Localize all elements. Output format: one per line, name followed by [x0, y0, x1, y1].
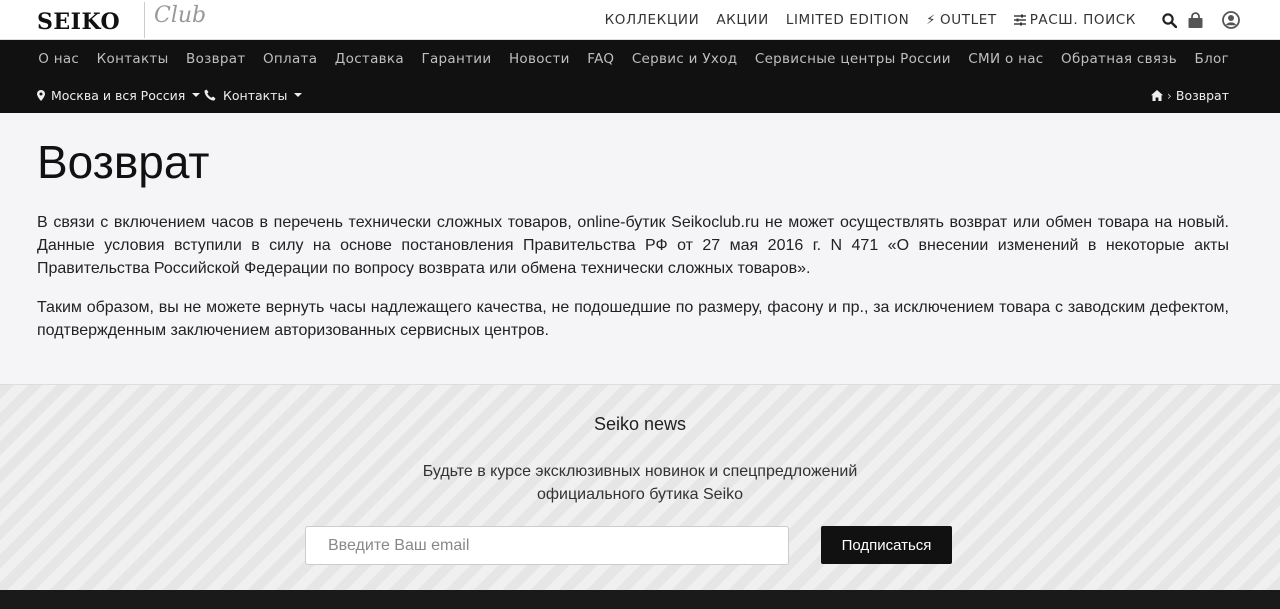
- menu-blog[interactable]: Блог: [1195, 51, 1229, 67]
- breadcrumb-separator: ›: [1166, 87, 1172, 103]
- nav-outlet[interactable]: ⚡ OUTLET: [926, 12, 996, 28]
- menu-feedback[interactable]: Обратная связь: [1061, 51, 1177, 67]
- contacts-label: Контакты: [223, 87, 288, 103]
- nav-advanced-search-label: РАСШ. ПОИСК: [1029, 12, 1136, 28]
- nav-outlet-label: OUTLET: [940, 12, 997, 28]
- menu-service-centers[interactable]: Сервисные центры России: [755, 51, 951, 67]
- return-policy-paragraph-1: В связи с включением часов в перечень те…: [37, 214, 1229, 277]
- menu-news[interactable]: Новости: [509, 51, 570, 67]
- caret-down-icon: [192, 93, 201, 97]
- nav-limited-edition[interactable]: LIMITED EDITION: [786, 12, 909, 28]
- search-icon[interactable]: [1162, 12, 1177, 28]
- nav-collections[interactable]: КОЛЛЕКЦИИ: [605, 12, 700, 28]
- email-input[interactable]: [305, 526, 789, 565]
- menu-about[interactable]: О нас: [38, 51, 79, 67]
- breadcrumb: › Возврат: [1150, 77, 1229, 113]
- seiko-logo[interactable]: SEIKO: [37, 9, 120, 35]
- contacts-dropdown[interactable]: Контакты: [204, 77, 303, 113]
- subscribe-button[interactable]: Подписаться: [821, 526, 952, 564]
- newsletter-title: Seiko news: [593, 414, 687, 434]
- menu-warranty[interactable]: Гарантии: [421, 51, 491, 67]
- user-account-icon[interactable]: [1222, 11, 1240, 29]
- logo-divider: [144, 2, 145, 38]
- shopping-bag-icon[interactable]: [1187, 11, 1204, 29]
- sub-row: Москва и вся Россия Контакты › Возврат: [0, 77, 1280, 113]
- top-bar: SEIKO Club КОЛЛЕКЦИИ АКЦИИ LIMITED EDITI…: [0, 0, 1280, 40]
- location-label: Москва и вся Россия: [51, 87, 186, 103]
- nav-actions[interactable]: АКЦИИ: [716, 12, 769, 28]
- club-logo[interactable]: Club: [154, 3, 206, 28]
- newsletter-section: Seiko news Будьте в курсе эксклюзивных н…: [0, 384, 1280, 590]
- info-menu: О нас Контакты Возврат Оплата Доставка Г…: [21, 40, 1229, 77]
- menu-press[interactable]: СМИ о нас: [968, 51, 1043, 67]
- main-navigation: О нас Контакты Возврат Оплата Доставка Г…: [0, 40, 1280, 113]
- top-navigation: КОЛЛЕКЦИИ АКЦИИ LIMITED EDITION ⚡ OUTLET…: [588, 0, 1240, 40]
- menu-payment[interactable]: Оплата: [263, 51, 317, 67]
- page-title: Возврат: [37, 136, 210, 188]
- menu-return[interactable]: Возврат: [186, 51, 245, 67]
- phone-icon: [204, 89, 216, 101]
- menu-delivery[interactable]: Доставка: [335, 51, 404, 67]
- page-content: Возврат В связи с включением часов в пер…: [0, 113, 1280, 384]
- lightning-icon: ⚡: [926, 12, 937, 28]
- nav-advanced-search[interactable]: РАСШ. ПОИСК: [1013, 12, 1136, 28]
- home-icon[interactable]: [1150, 89, 1163, 101]
- return-policy-paragraph-2: Таким образом, вы не можете вернуть часы…: [37, 299, 1229, 339]
- newsletter-line-2: официального бутика Seiko: [536, 486, 744, 503]
- menu-faq[interactable]: FAQ: [587, 51, 614, 67]
- newsletter-line-1: Будьте в курсе эксклюзивных новинок и сп…: [422, 463, 858, 480]
- header-icons: [1162, 11, 1240, 29]
- newsletter-description: Будьте в курсе эксклюзивных новинок и сп…: [0, 460, 1280, 506]
- location-dropdown[interactable]: Москва и вся Россия: [37, 77, 201, 113]
- caret-down-icon: [294, 93, 303, 97]
- footer: [0, 590, 1280, 609]
- map-marker-icon: [37, 89, 45, 101]
- sliders-icon: [1013, 14, 1026, 26]
- breadcrumb-current: Возврат: [1175, 87, 1229, 103]
- menu-service-care[interactable]: Сервис и Уход: [632, 51, 738, 67]
- menu-contacts[interactable]: Контакты: [97, 51, 169, 67]
